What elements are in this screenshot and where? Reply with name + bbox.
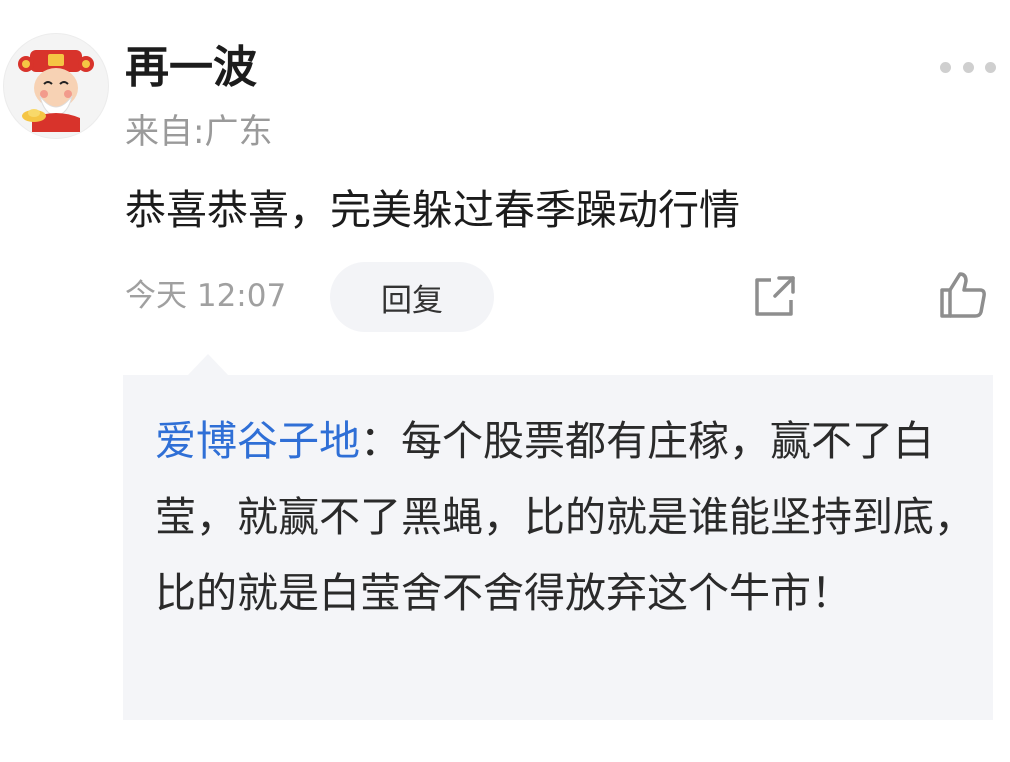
- more-dots-icon[interactable]: [940, 56, 996, 78]
- reply-button[interactable]: 回复: [330, 262, 494, 332]
- location-label: 来自:广东: [125, 112, 273, 152]
- quote-pointer: [188, 354, 228, 375]
- share-button[interactable]: [749, 270, 801, 322]
- avatar-god-of-wealth-icon: [18, 50, 94, 132]
- comment-content: 恭喜恭喜，完美躲过春季躁动行情: [125, 186, 740, 234]
- reply-button-label: 回复: [381, 282, 443, 319]
- quoted-reply-text: 爱博谷子地：每个股票都有庄稼，赢不了白莹，就赢不了黑蝇，比的就是谁能坚持到底，比…: [155, 403, 975, 631]
- username[interactable]: 再一波: [125, 38, 257, 98]
- share-icon: [755, 276, 795, 316]
- quoted-reply-separator: ：: [360, 417, 401, 465]
- avatar[interactable]: [3, 33, 109, 139]
- quoted-reply[interactable]: 爱博谷子地：每个股票都有庄稼，赢不了白莹，就赢不了黑蝇，比的就是谁能坚持到底，比…: [123, 375, 993, 720]
- timestamp: 今天 12:07: [125, 278, 287, 314]
- thumbs-up-icon: [940, 272, 986, 318]
- quoted-reply-author[interactable]: 爱博谷子地: [155, 417, 360, 465]
- like-button[interactable]: [936, 268, 990, 322]
